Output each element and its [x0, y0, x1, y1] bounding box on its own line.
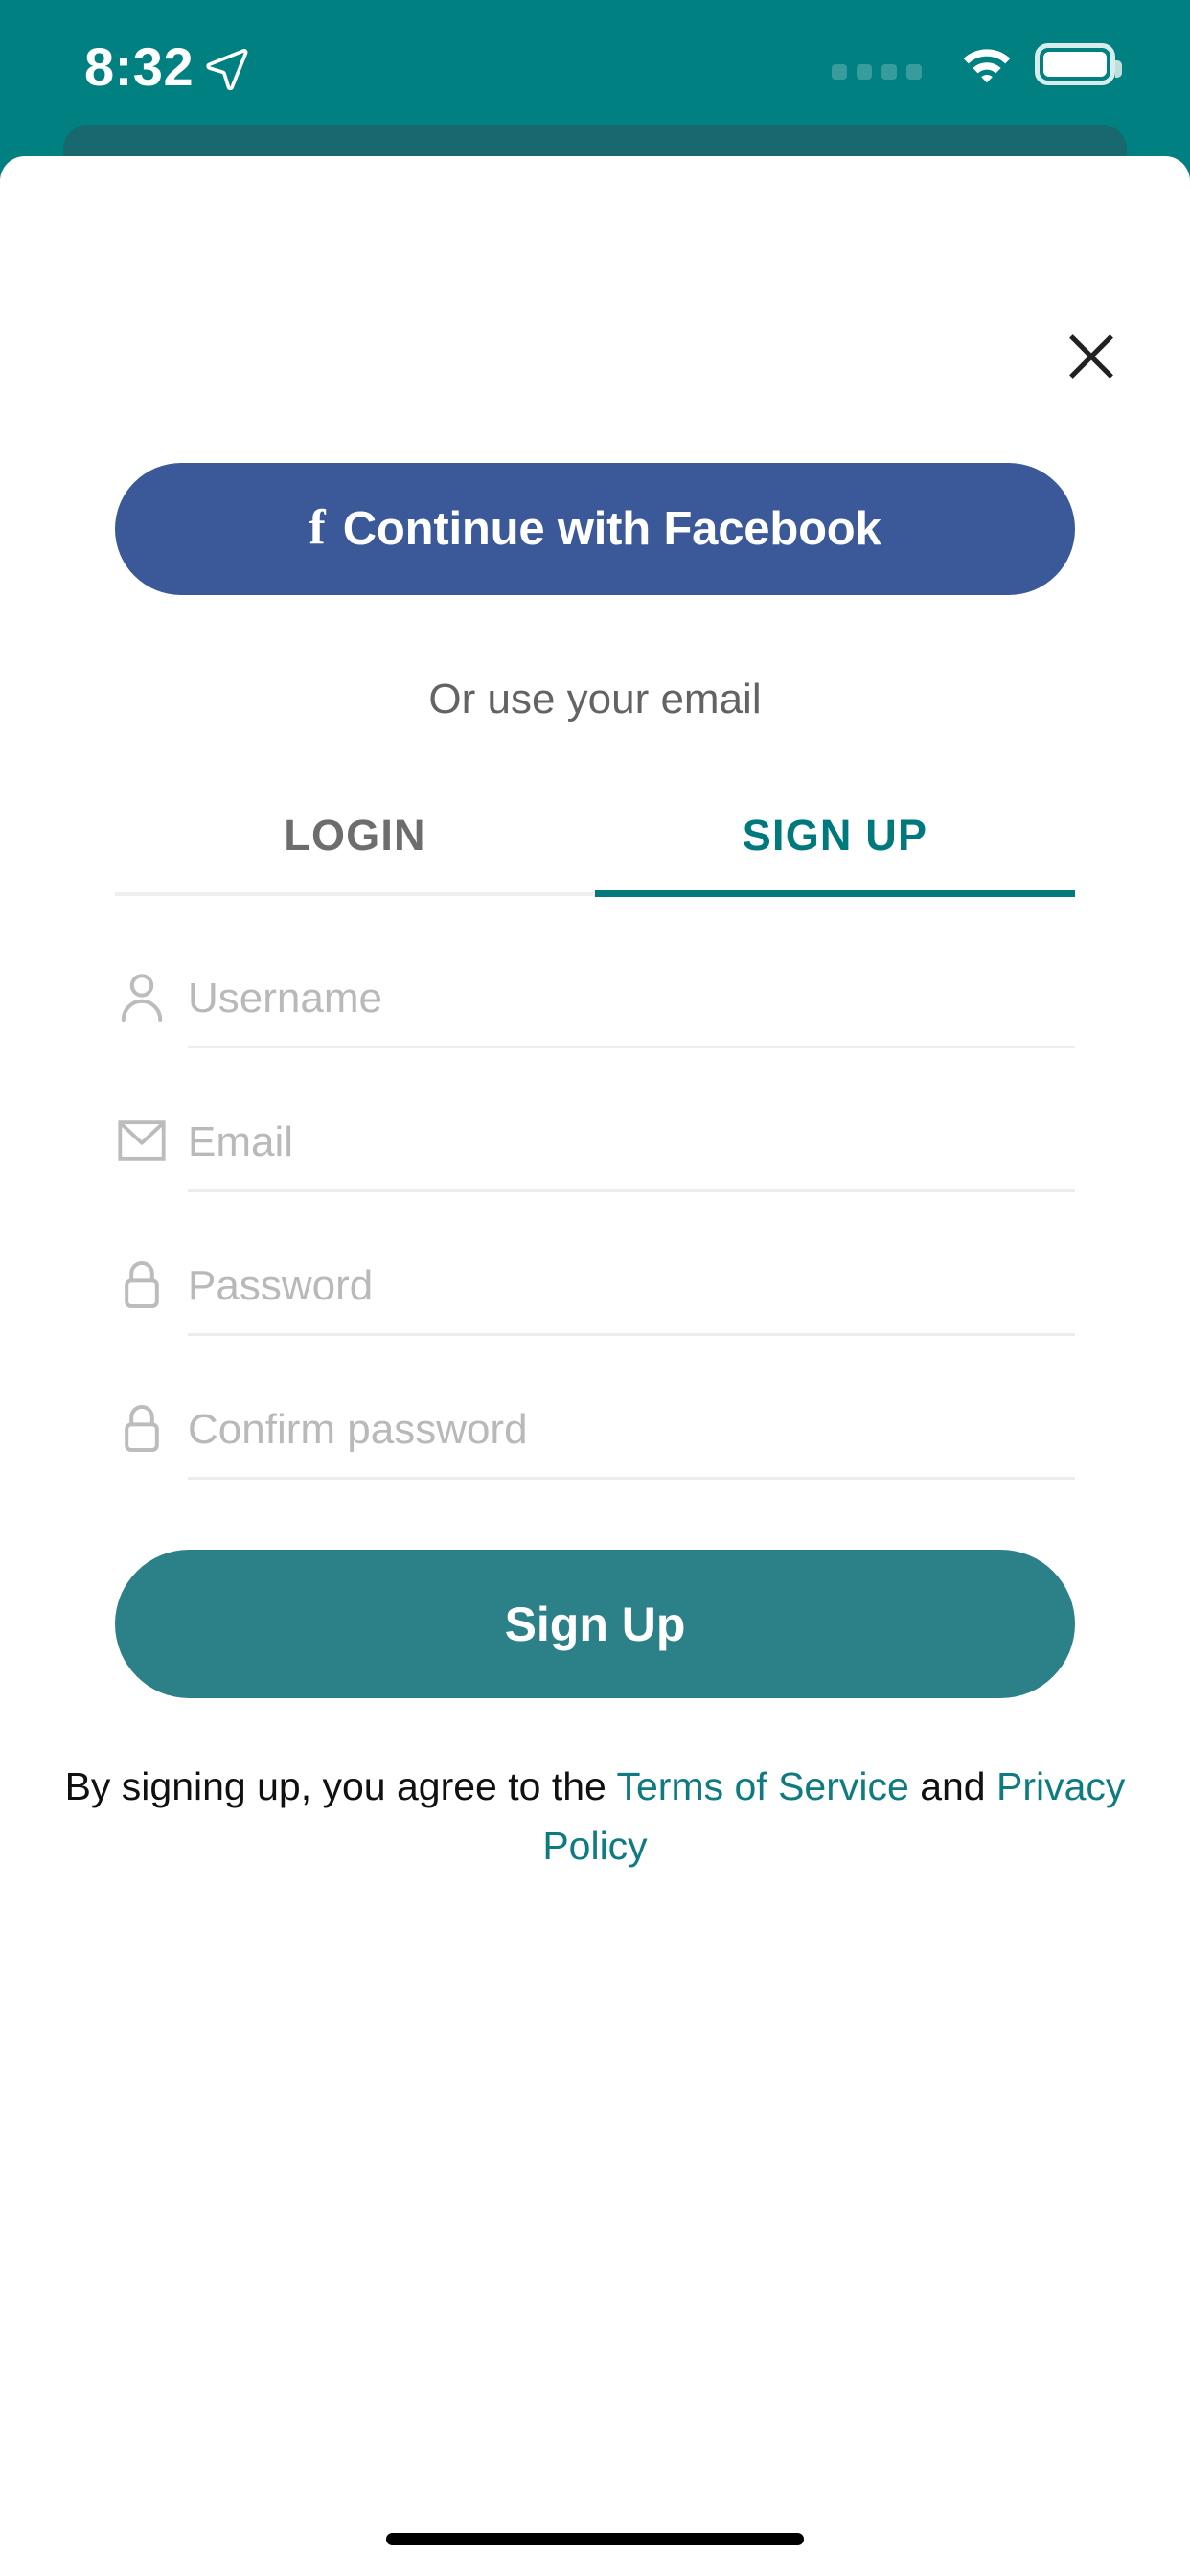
close-icon	[1069, 334, 1113, 379]
status-bar-time: 8:32	[84, 36, 195, 97]
tab-login[interactable]: LOGIN	[115, 779, 595, 892]
tab-login-label: LOGIN	[284, 811, 426, 860]
envelope-icon	[115, 1111, 169, 1170]
home-indicator[interactable]	[386, 2533, 804, 2545]
username-placeholder: Username	[188, 975, 382, 1022]
tab-signup[interactable]: SIGN UP	[595, 779, 1075, 892]
signal-dots-icon	[832, 64, 922, 80]
battery-full-icon	[1035, 43, 1122, 85]
continue-with-facebook-button[interactable]: f Continue with Facebook	[115, 463, 1075, 595]
or-use-email-label: Or use your email	[428, 676, 762, 723]
field-username: Username	[115, 932, 1075, 1076]
tab-signup-label: SIGN UP	[742, 811, 928, 860]
lock-icon	[115, 1398, 169, 1458]
close-button[interactable]	[1056, 321, 1127, 392]
terms-disclaimer: By signing up, you agree to the Terms of…	[57, 1757, 1133, 1875]
email-input[interactable]: Email	[188, 1101, 1075, 1184]
lock-icon	[115, 1254, 169, 1314]
field-password: Password	[115, 1220, 1075, 1364]
email-placeholder: Email	[188, 1118, 294, 1165]
confirm-password-input[interactable]: Confirm password	[188, 1389, 1075, 1471]
auth-sheet: f Continue with Facebook Or use your ema…	[0, 156, 1190, 2576]
confirm-password-underline	[188, 1477, 1075, 1480]
email-underline	[188, 1189, 1075, 1192]
facebook-button-label: Continue with Facebook	[342, 503, 881, 555]
confirm-password-placeholder: Confirm password	[188, 1406, 528, 1453]
location-arrow-icon	[204, 46, 248, 91]
app-screen: 8:32 f Continue with Facebook Or use you…	[0, 0, 1190, 2576]
signup-submit-label: Sign Up	[504, 1597, 686, 1651]
field-confirm-password: Confirm password	[115, 1364, 1075, 1507]
status-bar: 8:32	[0, 0, 1190, 134]
tab-active-indicator	[595, 890, 1075, 897]
signup-form: Username Email Password Confirm password	[115, 932, 1075, 1507]
wifi-icon	[960, 43, 1014, 85]
username-underline	[188, 1046, 1075, 1048]
terms-prefix: By signing up, you agree to the	[64, 1764, 617, 1808]
facebook-f-icon: f	[309, 500, 326, 555]
status-bar-indicators	[832, 40, 1122, 88]
username-input[interactable]: Username	[188, 957, 1075, 1040]
terms-of-service-link[interactable]: Terms of Service	[616, 1764, 908, 1808]
field-email: Email	[115, 1076, 1075, 1220]
terms-middle: and	[908, 1764, 996, 1808]
password-placeholder: Password	[188, 1262, 374, 1309]
signup-submit-button[interactable]: Sign Up	[115, 1550, 1075, 1698]
user-icon	[115, 967, 169, 1026]
password-input[interactable]: Password	[188, 1245, 1075, 1327]
password-underline	[188, 1333, 1075, 1336]
